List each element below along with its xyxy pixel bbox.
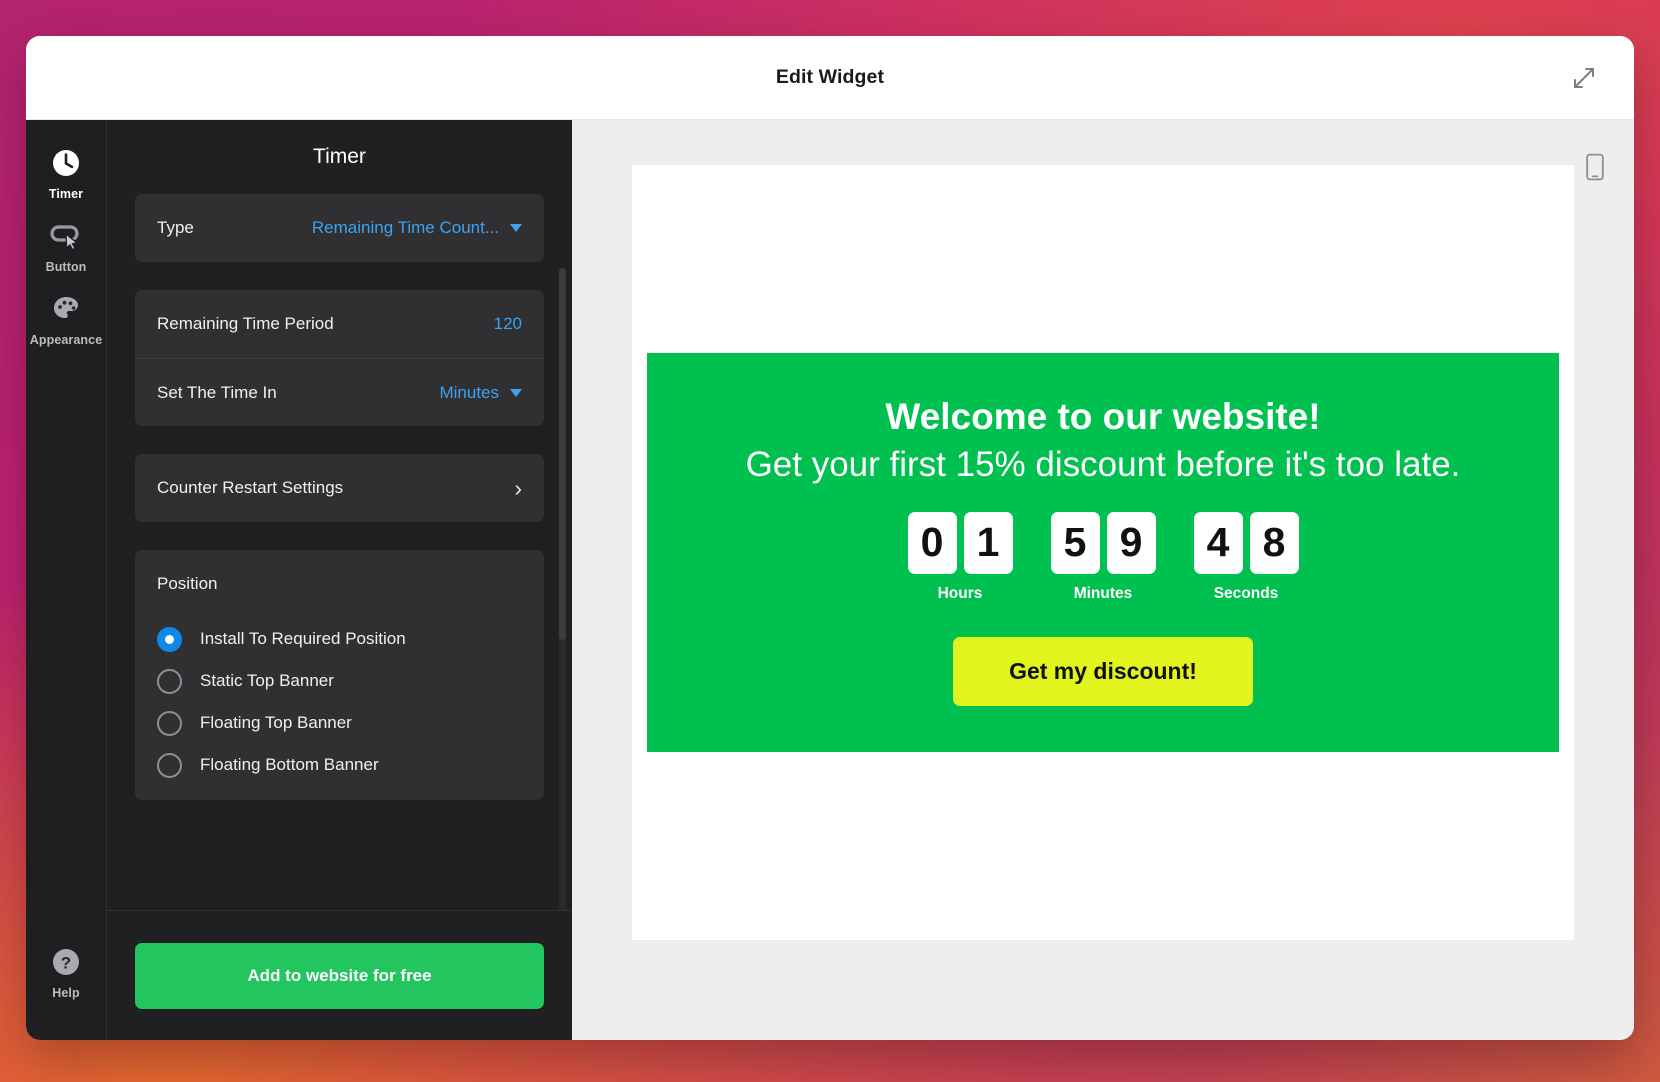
set-time-in-row[interactable]: Set The Time In Minutes bbox=[135, 358, 544, 426]
rail-item-label: Help bbox=[52, 986, 80, 1000]
countdown-digits: 0 1 bbox=[907, 511, 1013, 574]
countdown-timer: 0 1 Hours 5 9 Minutes 4 8 Seconds bbox=[667, 511, 1539, 603]
radio-icon[interactable] bbox=[157, 752, 182, 778]
timer-widget-banner: Welcome to our website! Get your first 1… bbox=[647, 353, 1559, 752]
position-title: Position bbox=[157, 574, 218, 593]
chevron-down-icon bbox=[510, 224, 522, 232]
time-card: Remaining Time Period 120 Set The Time I… bbox=[135, 290, 544, 426]
counter-restart-settings-row[interactable]: Counter Restart Settings › bbox=[135, 454, 544, 522]
chevron-down-icon bbox=[510, 388, 522, 397]
svg-text:?: ? bbox=[61, 954, 71, 973]
radio-icon[interactable] bbox=[157, 668, 182, 694]
settings-footer: Add to website for free bbox=[107, 910, 572, 1040]
rail-item-label: Timer bbox=[48, 187, 84, 201]
countdown-unit-seconds: 4 8 Seconds bbox=[1193, 511, 1299, 603]
position-option-label: Install To Required Position bbox=[200, 629, 406, 648]
rail-item-label: Button bbox=[45, 260, 87, 274]
remaining-time-period-label: Remaining Time Period bbox=[157, 314, 334, 333]
type-label: Type bbox=[157, 218, 194, 237]
rail-item-label: Appearance bbox=[29, 333, 103, 347]
window-titlebar: Edit Widget bbox=[26, 36, 1634, 120]
rail-item-timer[interactable]: Timer bbox=[26, 136, 106, 209]
countdown-digit: 4 bbox=[1193, 511, 1243, 574]
position-option-label: Floating Bottom Banner bbox=[200, 755, 379, 774]
left-icon-rail: Timer Button Appearance ? Help bbox=[26, 120, 106, 1040]
radio-icon[interactable] bbox=[157, 710, 182, 736]
settings-header: Timer bbox=[107, 120, 572, 194]
expand-diagonal-icon[interactable] bbox=[1564, 58, 1604, 98]
palette-icon bbox=[51, 292, 81, 326]
position-option-label: Floating Top Banner bbox=[200, 713, 352, 732]
countdown-unit-label: Minutes bbox=[1073, 584, 1133, 602]
set-time-in-label: Set The Time In bbox=[157, 382, 277, 402]
set-time-in-value-text: Minutes bbox=[439, 382, 499, 402]
position-option-floating-bottom-banner[interactable]: Floating Bottom Banner bbox=[157, 744, 522, 786]
type-card: Type Remaining Time Count... bbox=[135, 194, 544, 262]
rail-item-appearance[interactable]: Appearance bbox=[26, 282, 106, 355]
preview-canvas: Welcome to our website! Get your first 1… bbox=[632, 165, 1574, 940]
type-value-text: Remaining Time Count... bbox=[311, 218, 499, 237]
position-option-static-top-banner[interactable]: Static Top Banner bbox=[157, 660, 522, 702]
countdown-digit: 9 bbox=[1106, 511, 1156, 574]
page-title: Edit Widget bbox=[775, 66, 885, 88]
position-option-install-to-required-position[interactable]: Install To Required Position bbox=[157, 618, 522, 660]
add-to-website-button[interactable]: Add to website for free bbox=[135, 942, 544, 1009]
widget-headline: Welcome to our website! bbox=[885, 396, 1321, 438]
mobile-phone-icon[interactable] bbox=[1578, 150, 1612, 184]
remaining-time-period-value[interactable]: 120 bbox=[494, 314, 522, 334]
countdown-digit: 5 bbox=[1050, 511, 1100, 574]
type-row[interactable]: Type Remaining Time Count... bbox=[135, 194, 544, 262]
set-time-in-value[interactable]: Minutes bbox=[439, 383, 522, 403]
settings-scrollbar-thumb[interactable] bbox=[559, 268, 566, 640]
position-option-floating-top-banner[interactable]: Floating Top Banner bbox=[157, 702, 522, 744]
window-body: Timer Button Appearance ? Help Timer Typ… bbox=[26, 120, 1634, 1040]
question-circle-icon: ? bbox=[51, 945, 81, 979]
edit-widget-window: Edit Widget Timer Button Appearance ? He… bbox=[26, 36, 1634, 1040]
settings-panel: Timer Type Remaining Time Count... Remai… bbox=[106, 120, 572, 1040]
rail-item-help[interactable]: ? Help bbox=[26, 935, 106, 1040]
rail-item-button[interactable]: Button bbox=[26, 209, 106, 282]
position-card: Position Install To Required Position St… bbox=[135, 550, 544, 800]
chevron-right-icon: › bbox=[514, 474, 522, 501]
type-value[interactable]: Remaining Time Count... bbox=[312, 218, 522, 238]
countdown-digit: 8 bbox=[1249, 511, 1299, 574]
widget-subheadline: Get your first 15% discount before it's … bbox=[745, 444, 1461, 484]
countdown-unit-hours: 0 1 Hours bbox=[907, 511, 1013, 603]
counter-restart-label: Counter Restart Settings bbox=[157, 478, 344, 497]
countdown-unit-minutes: 5 9 Minutes bbox=[1050, 511, 1156, 603]
countdown-digits: 5 9 bbox=[1050, 511, 1156, 574]
settings-scroll-area[interactable]: Type Remaining Time Count... Remaining T… bbox=[107, 194, 572, 910]
countdown-digits: 4 8 bbox=[1193, 511, 1299, 574]
get-my-discount-button[interactable]: Get my discount! bbox=[953, 636, 1253, 706]
remaining-time-period-row[interactable]: Remaining Time Period 120 bbox=[135, 290, 544, 358]
countdown-digit: 1 bbox=[963, 511, 1013, 574]
countdown-unit-label: Seconds bbox=[1213, 584, 1279, 602]
clock-icon bbox=[51, 146, 81, 180]
counter-restart-card: Counter Restart Settings › bbox=[135, 454, 544, 522]
preview-pane: Welcome to our website! Get your first 1… bbox=[572, 120, 1634, 1040]
button-cursor-icon bbox=[50, 219, 82, 253]
radio-icon[interactable] bbox=[157, 626, 182, 652]
position-option-label: Static Top Banner bbox=[200, 671, 334, 690]
countdown-unit-label: Hours bbox=[937, 584, 983, 602]
settings-title: Timer bbox=[313, 145, 366, 168]
countdown-digit: 0 bbox=[907, 511, 957, 574]
